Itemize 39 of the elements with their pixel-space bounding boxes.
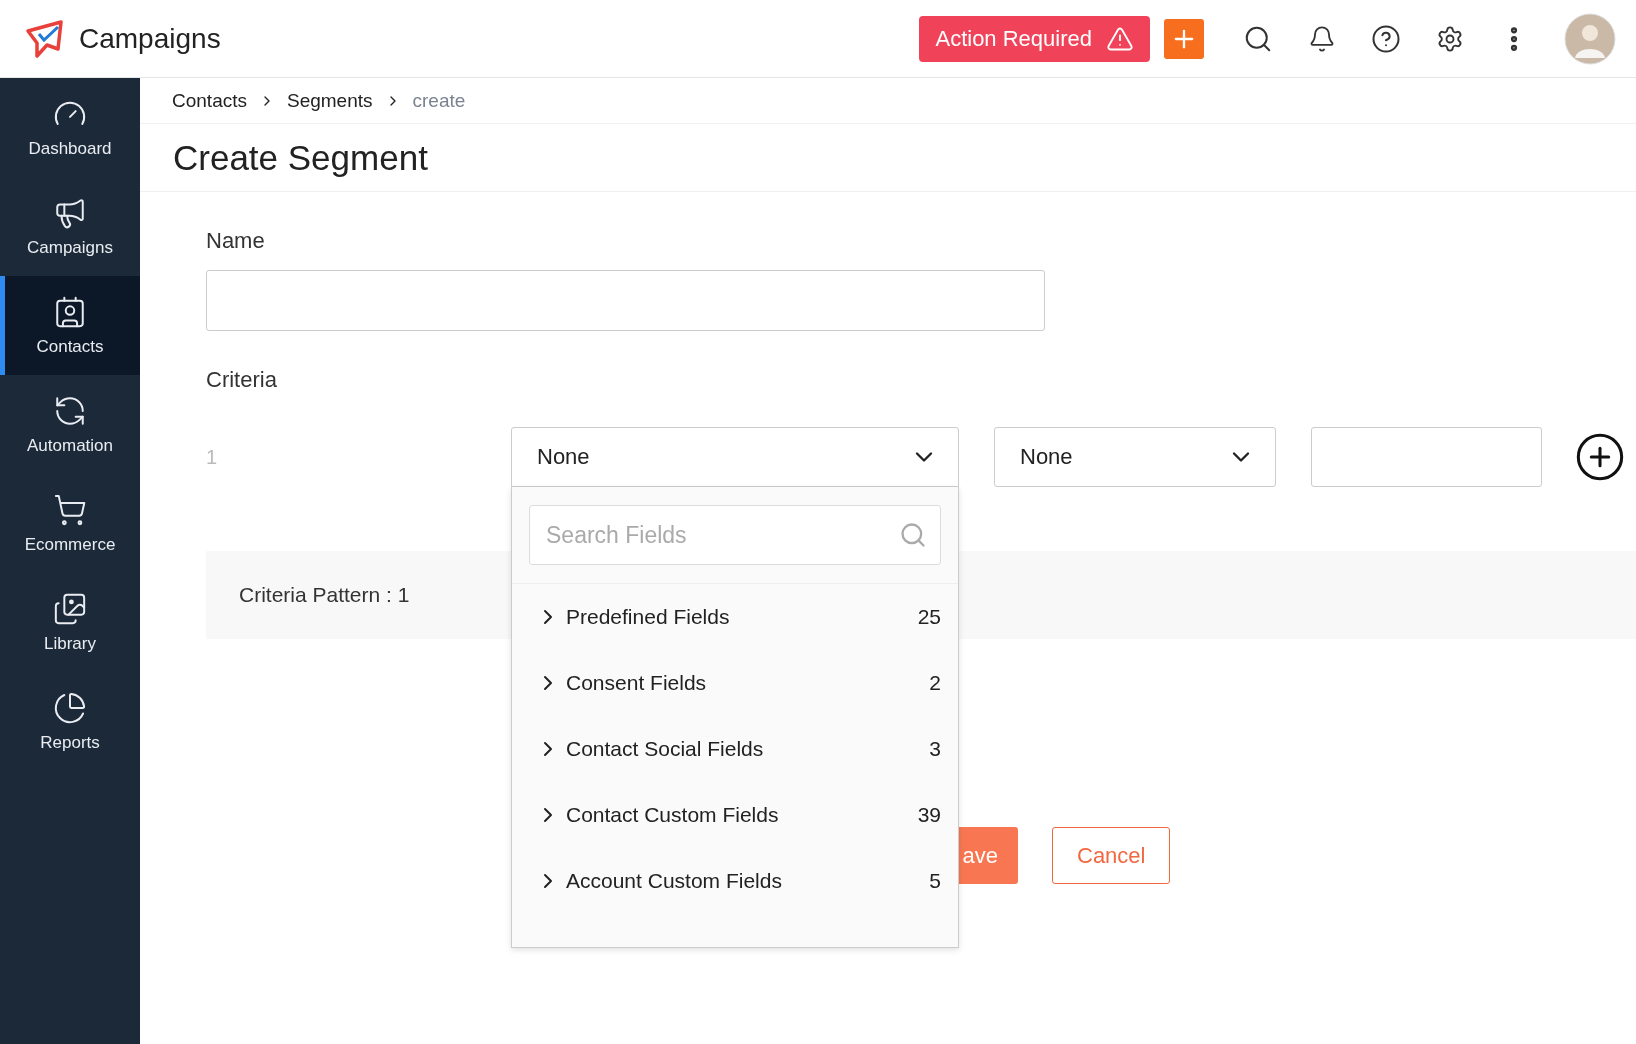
field-label: Name — [206, 228, 266, 254]
cart-icon — [53, 492, 87, 527]
sidebar-item[interactable]: Ecommerce — [0, 474, 140, 573]
contact-card-icon — [53, 294, 87, 329]
operator-select[interactable]: None — [994, 427, 1276, 487]
field-count: 2 — [929, 671, 941, 695]
action-required-button[interactable]: Action Required — [919, 15, 1150, 62]
images-icon — [53, 591, 87, 626]
section-label: Criteria — [206, 367, 278, 393]
add-criteria-icon[interactable] — [1574, 431, 1626, 483]
app-name: Campaigns — [79, 22, 221, 55]
sidebar-item[interactable]: Reports — [0, 672, 140, 771]
field-select[interactable]: None — [511, 427, 959, 487]
search-icon — [899, 521, 927, 549]
field-group[interactable]: Contact Social Fields — [536, 737, 930, 761]
sidebar-item[interactable]: Dashboard — [0, 78, 140, 177]
field-group[interactable]: Contact Custom Fields — [536, 803, 918, 827]
field-group[interactable]: Account Custom Fields — [536, 869, 930, 893]
breadcrumb-link[interactable]: Contacts — [172, 89, 247, 112]
breadcrumb-link[interactable]: Segments — [287, 89, 373, 112]
add-button[interactable] — [1164, 18, 1204, 59]
pie-chart-icon — [53, 690, 87, 725]
criteria-pattern: Criteria Pattern : 1 — [239, 583, 410, 607]
field-group[interactable]: Predefined Fields — [536, 605, 918, 629]
sidebar-item[interactable]: Automation — [0, 375, 140, 474]
field-group[interactable]: Consent Fields — [536, 671, 930, 695]
field-count: 25 — [917, 605, 941, 629]
value-field[interactable] — [1311, 427, 1542, 487]
sidebar-item[interactable]: Campaigns — [0, 177, 140, 276]
field-count: 39 — [917, 803, 941, 827]
sidebar-item[interactable]: Contacts — [0, 276, 140, 375]
search-field[interactable]: Search Fields — [529, 505, 941, 565]
page-title: Create Segment — [173, 137, 428, 178]
field-count: 5 — [929, 869, 941, 893]
field-count: 3 — [929, 737, 941, 761]
sidebar-item[interactable]: Library — [0, 573, 140, 672]
name-field[interactable] — [206, 270, 1045, 331]
breadcrumb-link[interactable]: create — [412, 89, 466, 112]
row-number: 1 — [206, 445, 219, 469]
